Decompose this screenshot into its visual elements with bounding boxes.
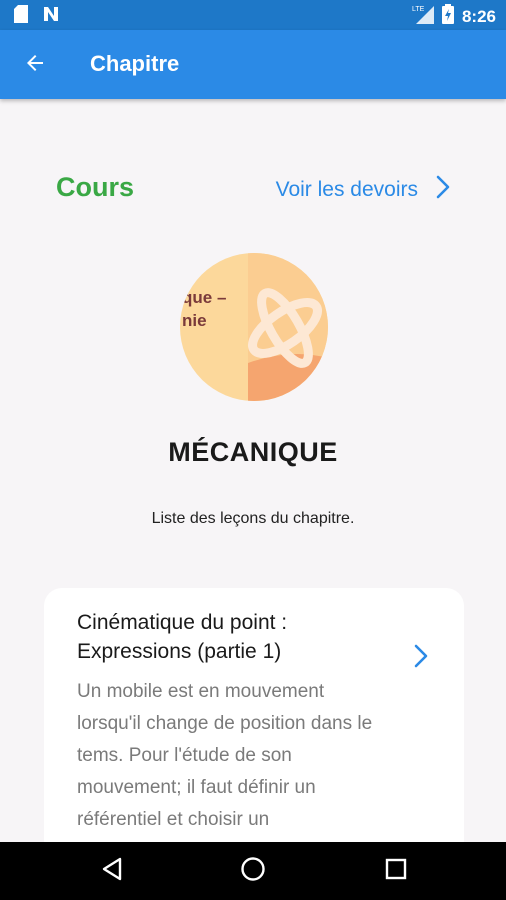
lesson-title: Cinématique du point : Expressions (part… xyxy=(77,611,288,663)
section-header: Cours Voir les devoirs xyxy=(56,170,450,210)
system-nav-bar xyxy=(0,842,506,900)
lesson-card[interactable]: Cinématique du point : Expressions (part… xyxy=(44,588,464,858)
sd-card-icon xyxy=(14,5,28,28)
image-caption-line2: nie xyxy=(182,311,207,330)
back-triangle-icon xyxy=(101,857,123,886)
recents-square-icon xyxy=(385,858,407,885)
view-homework-link[interactable]: Voir les devoirs xyxy=(276,175,450,204)
home-circle-icon xyxy=(240,856,266,887)
nav-home-button[interactable] xyxy=(238,856,268,886)
lesson-summary: Un mobile est en mouvement lorsqu'il cha… xyxy=(77,681,373,830)
chevron-right-icon xyxy=(436,175,450,204)
chapter-image: que – nie xyxy=(180,253,328,401)
nav-back-button[interactable] xyxy=(97,856,127,886)
page-title: Chapitre xyxy=(90,51,180,76)
chevron-right-icon xyxy=(414,644,428,673)
nav-recents-button[interactable] xyxy=(381,856,411,886)
chapter-description: Liste des leçons du chapitre. xyxy=(151,510,355,527)
svg-text:LTE: LTE xyxy=(412,6,425,13)
clock: 8:26 xyxy=(461,6,496,26)
lte-signal-icon: LTE xyxy=(412,4,434,29)
view-homework-label: Voir les devoirs xyxy=(275,177,418,201)
section-heading: Cours xyxy=(56,172,135,202)
image-caption-line1: que – xyxy=(182,288,226,307)
app-bar: Chapitre xyxy=(0,30,506,99)
status-bar: LTE 8:26 xyxy=(0,0,506,30)
chapter-title: MÉCANIQUE xyxy=(168,437,338,467)
notification-n-icon xyxy=(42,5,60,28)
battery-icon xyxy=(441,4,454,29)
back-button[interactable] xyxy=(20,50,50,80)
arrow-back-icon xyxy=(23,51,47,80)
